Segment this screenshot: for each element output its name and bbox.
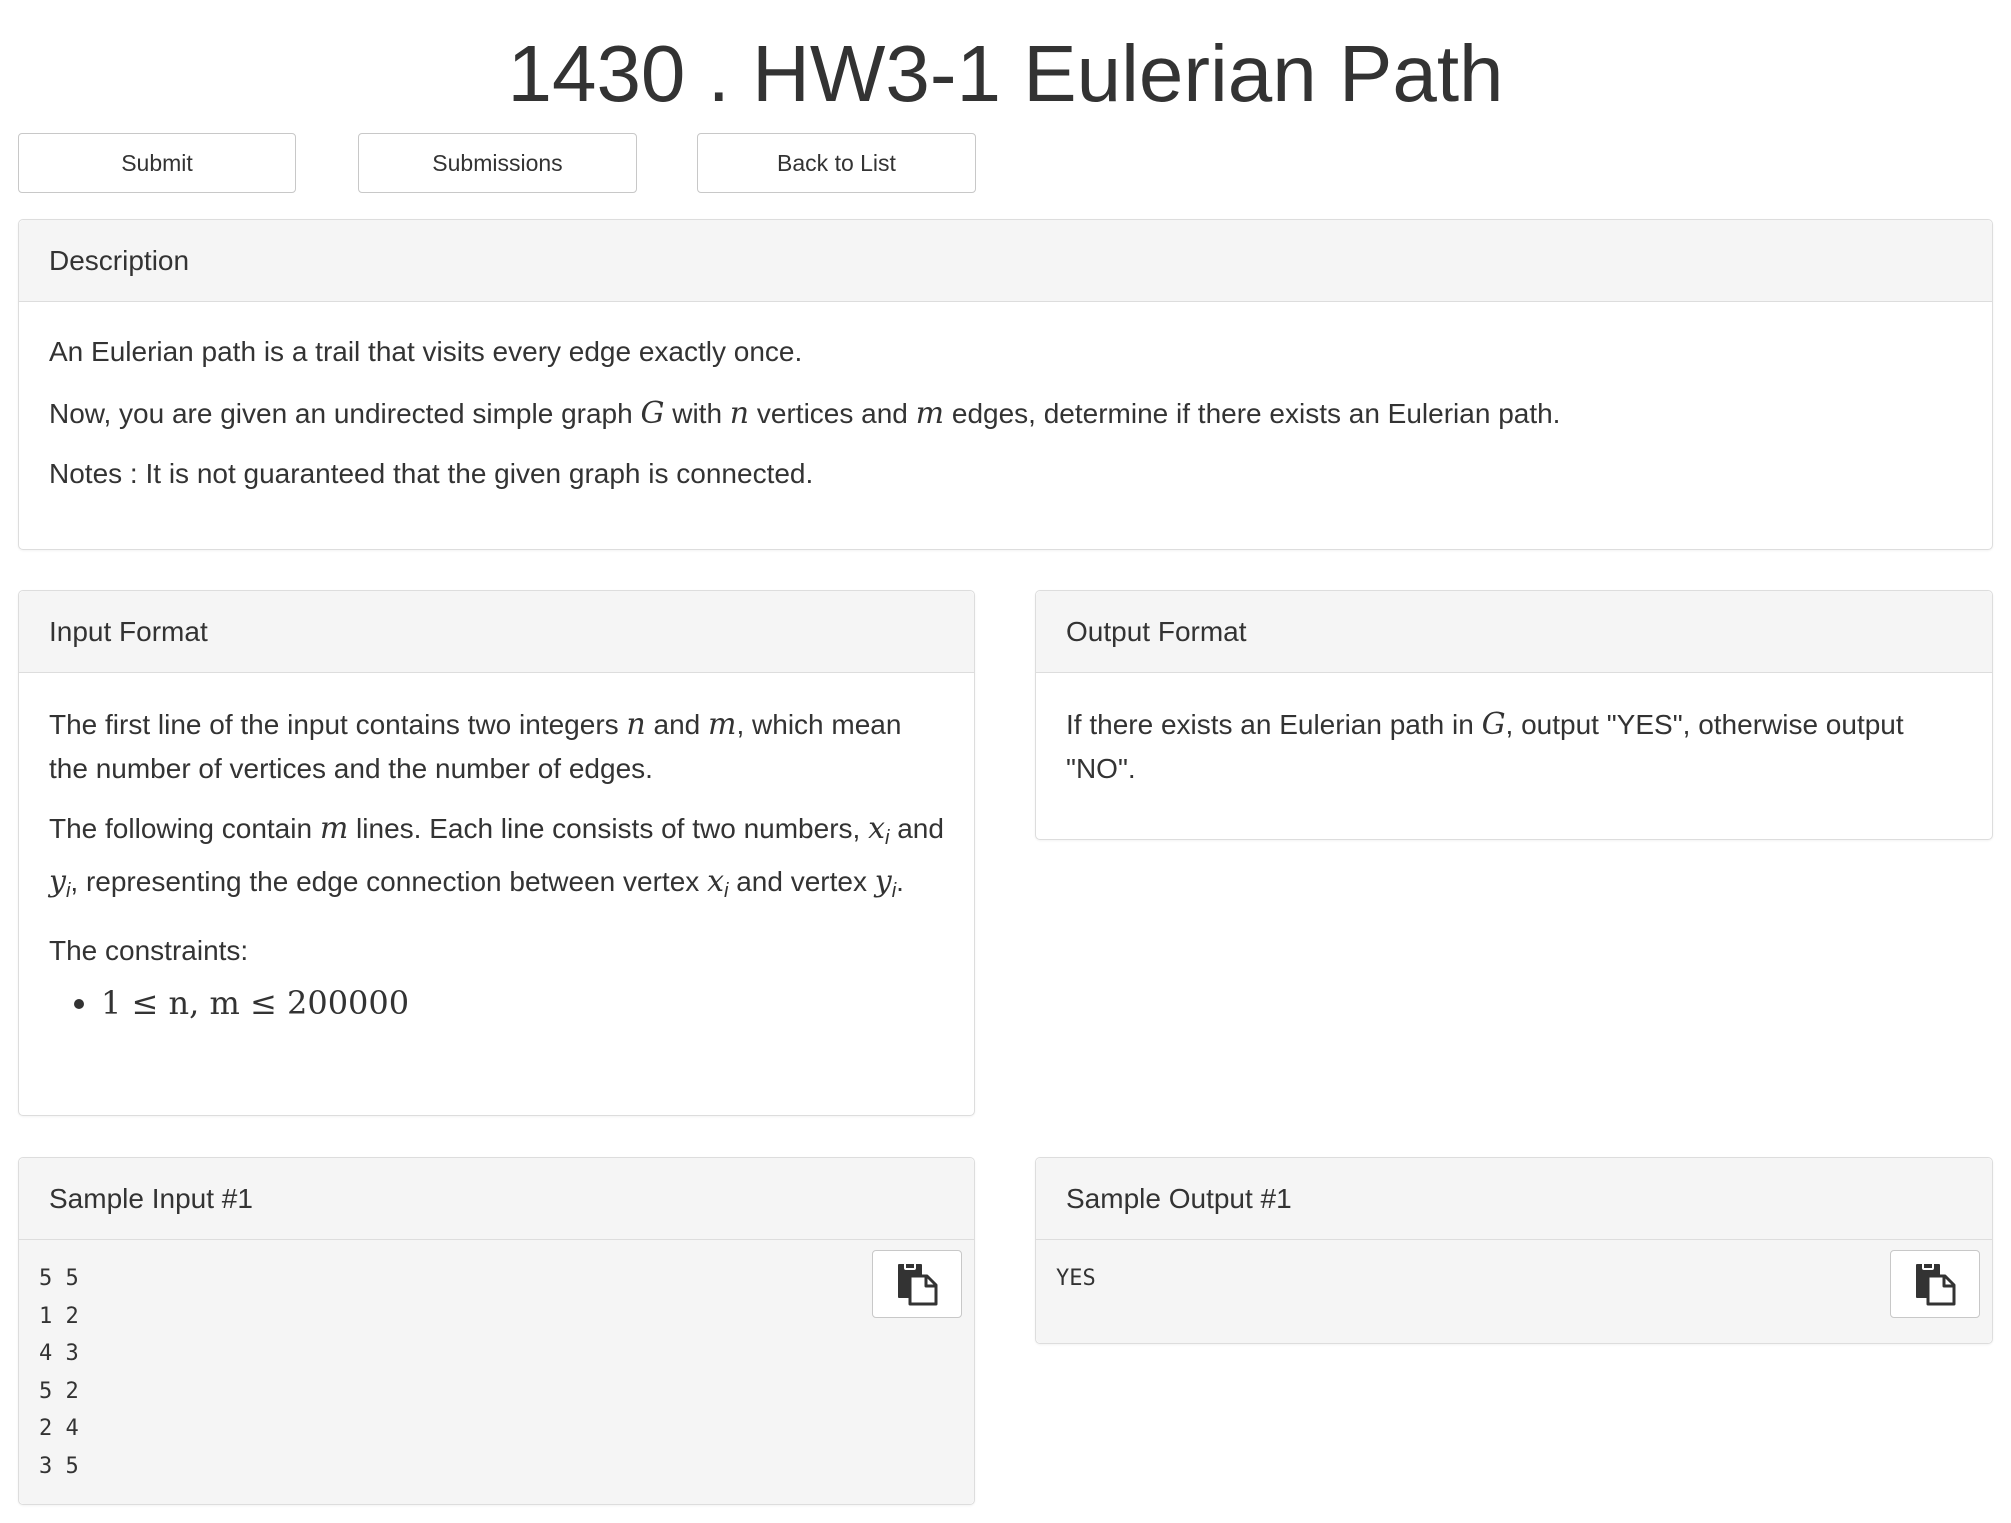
input-format-paragraph-2: The following contain m lines. Each line… — [49, 811, 944, 902]
constraints-list: 1 ≤ n, m ≤ 200000 — [49, 979, 944, 1027]
copy-icon — [898, 1262, 938, 1306]
sample-input-panel: Sample Input #1 5 5 1 2 4 3 5 2 2 4 3 5 — [18, 1157, 975, 1505]
sample-output-code: YES — [1056, 1266, 1096, 1291]
submit-button[interactable]: Submit — [18, 133, 296, 193]
description-paragraph-1: An Eulerian path is a trail that visits … — [49, 336, 803, 367]
input-format-panel: Input Format The first line of the input… — [18, 590, 975, 1116]
output-format-paragraph: If there exists an Eulerian path in G, o… — [1066, 707, 1904, 784]
description-paragraph-3: Notes : It is not guaranteed that the gi… — [49, 458, 814, 489]
sample-input-body: 5 5 1 2 4 3 5 2 2 4 3 5 — [19, 1240, 974, 1504]
input-format-paragraph-3: The constraints: — [49, 935, 249, 966]
description-panel: Description An Eulerian path is a trail … — [18, 219, 1993, 550]
sample-input-heading: Sample Input #1 — [19, 1158, 974, 1240]
input-format-body: The first line of the input contains two… — [19, 673, 974, 1027]
description-body: An Eulerian path is a trail that visits … — [19, 302, 1992, 496]
output-format-panel: Output Format If there exists an Euleria… — [1035, 590, 1993, 840]
output-format-heading: Output Format — [1036, 591, 1992, 673]
constraint-item: 1 ≤ n, m ≤ 200000 — [101, 979, 944, 1027]
sample-output-panel: Sample Output #1 YES — [1035, 1157, 1993, 1344]
copy-sample-output-button[interactable] — [1890, 1250, 1980, 1318]
submissions-button[interactable]: Submissions — [358, 133, 637, 193]
sample-input-code: 5 5 1 2 4 3 5 2 2 4 3 5 — [39, 1266, 79, 1479]
sample-output-body: YES — [1036, 1240, 1992, 1343]
output-format-body: If there exists an Eulerian path in G, o… — [1036, 673, 1992, 791]
description-paragraph-2: Now, you are given an undirected simple … — [49, 396, 1561, 431]
input-format-heading: Input Format — [19, 591, 974, 673]
back-to-list-button[interactable]: Back to List — [697, 133, 976, 193]
sample-output-heading: Sample Output #1 — [1036, 1158, 1992, 1240]
description-heading: Description — [19, 220, 1992, 302]
page-title: 1430 . HW3-1 Eulerian Path — [507, 29, 1504, 118]
copy-sample-input-button[interactable] — [872, 1250, 962, 1318]
input-format-paragraph-1: The first line of the input contains two… — [49, 707, 902, 784]
copy-icon — [1916, 1262, 1956, 1306]
